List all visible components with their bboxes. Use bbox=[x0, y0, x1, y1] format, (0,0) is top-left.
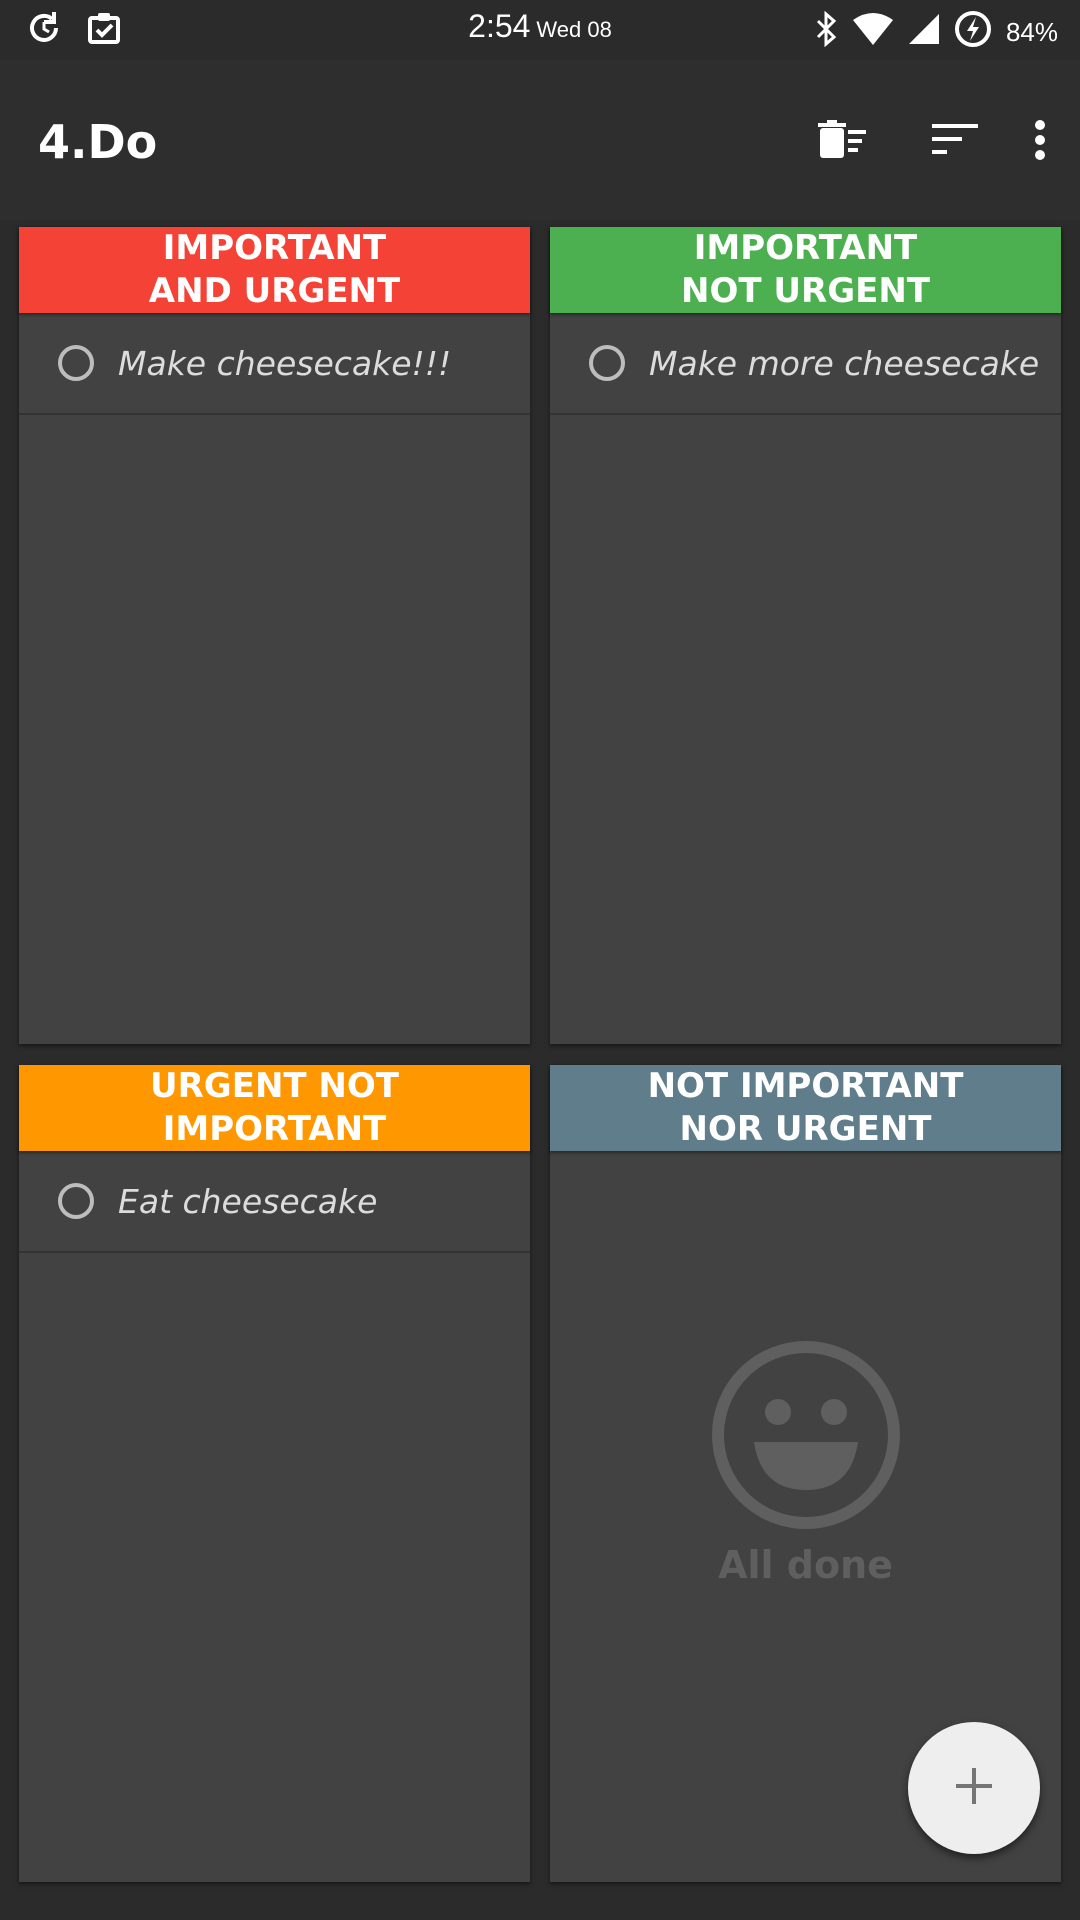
quadrant-header[interactable]: IMPORTANT NOT URGENT bbox=[550, 227, 1061, 313]
task-checkbox[interactable] bbox=[58, 1183, 94, 1219]
add-task-button[interactable] bbox=[908, 1722, 1040, 1854]
sort-button[interactable] bbox=[920, 112, 990, 172]
bluetooth-icon bbox=[814, 10, 838, 54]
wifi-icon bbox=[852, 12, 894, 53]
delete-done-button[interactable] bbox=[808, 112, 878, 172]
cell-signal-icon bbox=[908, 13, 940, 52]
quadrant-header[interactable]: NOT IMPORTANT NOR URGENT bbox=[550, 1065, 1061, 1151]
app-title: 4.Do bbox=[38, 115, 158, 169]
quadrant-header[interactable]: URGENT NOT IMPORTANT bbox=[19, 1065, 530, 1151]
quadrant-important-not-urgent: IMPORTANT NOT URGENT Make more cheesecak… bbox=[550, 227, 1061, 1044]
task-text: Make more cheesecake bbox=[649, 343, 1040, 383]
status-time: 2:54 bbox=[468, 8, 531, 44]
add-icon bbox=[954, 1766, 994, 1811]
task-text: Make cheesecake!!! bbox=[118, 343, 452, 383]
status-bar: 2:54 Wed 08 84% bbox=[0, 0, 1080, 60]
task-item[interactable]: Make more cheesecake bbox=[550, 313, 1061, 415]
smiley-icon bbox=[711, 1341, 901, 1534]
quadrant-title: URGENT NOT IMPORTANT bbox=[150, 1066, 399, 1149]
quadrant-title: IMPORTANT NOT URGENT bbox=[681, 228, 930, 311]
task-text: Eat cheesecake bbox=[118, 1181, 378, 1221]
quadrant-important-urgent: IMPORTANT AND URGENT Make cheesecake!!! bbox=[19, 227, 530, 1044]
more-options-button[interactable] bbox=[1020, 112, 1060, 172]
sort-icon bbox=[932, 123, 978, 161]
empty-label: All done bbox=[718, 1543, 893, 1587]
battery-percent: 84% bbox=[1005, 17, 1058, 47]
quadrant-header[interactable]: IMPORTANT AND URGENT bbox=[19, 227, 530, 313]
more-vert-icon bbox=[1034, 119, 1046, 165]
quadrant-title: IMPORTANT AND URGENT bbox=[148, 228, 401, 311]
task-item[interactable]: Eat cheesecake bbox=[19, 1151, 530, 1253]
empty-state: All done bbox=[550, 1340, 1061, 1587]
task-checkbox[interactable] bbox=[589, 345, 625, 381]
delete-done-icon bbox=[818, 119, 868, 165]
battery-charging-icon bbox=[954, 10, 992, 55]
task-checkbox[interactable] bbox=[58, 345, 94, 381]
app-bar-actions bbox=[766, 112, 1060, 172]
quadrant-urgent-not-important: URGENT NOT IMPORTANT Eat cheesecake bbox=[19, 1065, 530, 1882]
task-item[interactable]: Make cheesecake!!! bbox=[19, 313, 530, 415]
status-date: Wed 08 bbox=[536, 17, 612, 42]
app-bar: 4.Do bbox=[0, 60, 1080, 220]
quadrant-title: NOT IMPORTANT NOR URGENT bbox=[647, 1066, 964, 1149]
status-right-icons: 84% bbox=[814, 10, 1058, 55]
